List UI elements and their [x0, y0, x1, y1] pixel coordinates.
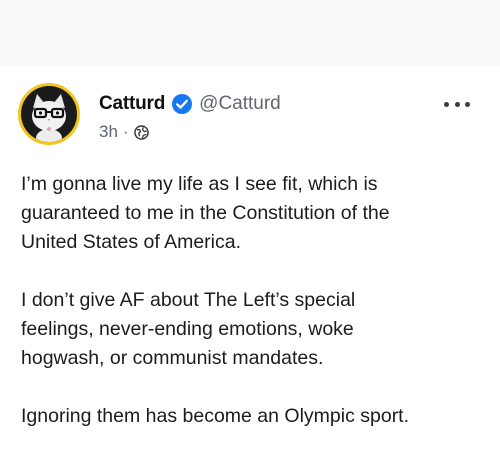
- cat-avatar-image: [21, 86, 77, 142]
- paragraph: Ignoring them has become an Olympic spor…: [21, 402, 486, 431]
- dot: [444, 101, 449, 107]
- author-name[interactable]: Catturd: [99, 93, 165, 115]
- paragraph: I’m gonna live my life as I see fit, whi…: [21, 170, 486, 257]
- text-line: feelings, never-ending emotions, woke: [21, 318, 354, 340]
- globe-icon[interactable]: [133, 124, 149, 140]
- post-text: I’m gonna live my life as I see fit, whi…: [21, 170, 486, 431]
- post-card: Catturd @Catturd 3h · I’m gonna live my …: [0, 66, 500, 461]
- text-line: hogwash, or communist mandates.: [21, 347, 324, 369]
- text-line: United States of America.: [21, 231, 242, 253]
- author-row: Catturd @Catturd: [99, 92, 281, 116]
- post-meta: 3h ·: [99, 122, 149, 142]
- top-band: [0, 0, 500, 66]
- avatar[interactable]: [18, 83, 80, 145]
- verified-badge-icon: [171, 93, 193, 115]
- author-handle[interactable]: @Catturd: [199, 93, 281, 115]
- dot: [454, 101, 460, 107]
- more-options-icon[interactable]: [444, 100, 470, 108]
- dot: [465, 101, 470, 107]
- post-time[interactable]: 3h: [99, 122, 118, 142]
- text-line: I’m gonna live my life as I see fit, whi…: [21, 173, 378, 195]
- paragraph: I don’t give AF about The Left’s special…: [21, 286, 486, 373]
- meta-separator: ·: [122, 122, 129, 141]
- text-line: guaranteed to me in the Constitution of …: [21, 202, 390, 224]
- text-line: Ignoring them has become an Olympic spor…: [21, 405, 410, 427]
- text-line: I don’t give AF about The Left’s special: [21, 289, 356, 311]
